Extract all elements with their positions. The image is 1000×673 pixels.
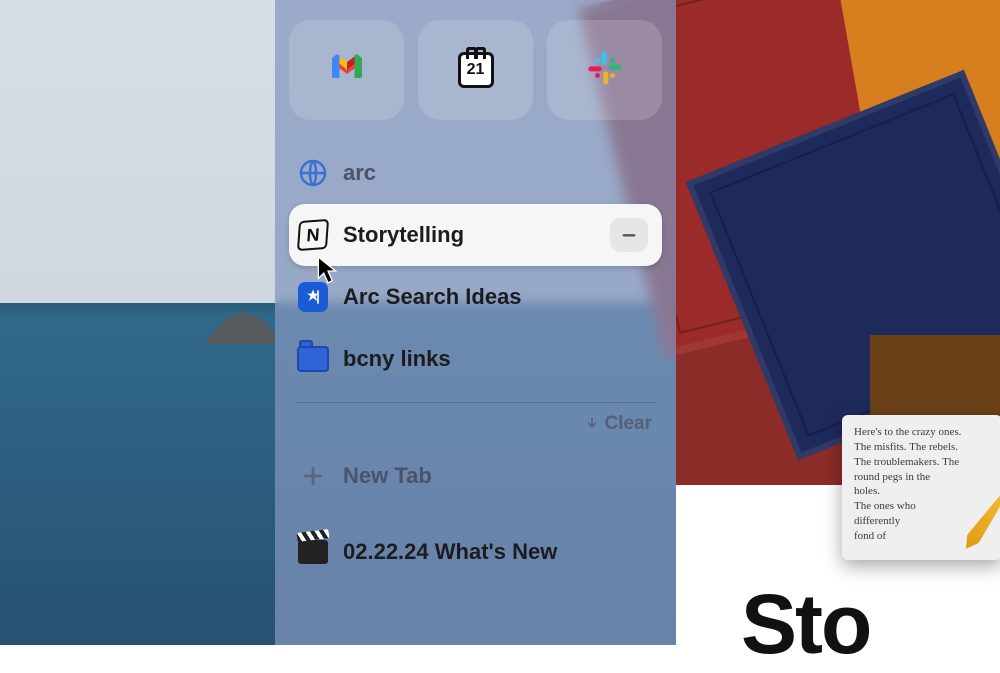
- slack-icon: [585, 48, 625, 93]
- page-title: Sto: [741, 576, 870, 673]
- close-tab-button[interactable]: [610, 218, 648, 252]
- tab-label: Storytelling: [343, 222, 596, 248]
- sticky-note-widget[interactable]: Here's to the crazy ones. The misfits. T…: [842, 415, 1000, 560]
- tab-label: arc: [343, 160, 648, 186]
- sticky-note-line: holes.: [854, 484, 990, 499]
- pinned-app-slack[interactable]: [547, 20, 662, 120]
- globe-icon: [297, 157, 329, 189]
- tab-arc[interactable]: arc: [289, 142, 662, 204]
- minus-icon: [618, 224, 640, 246]
- plus-icon: [297, 460, 329, 492]
- sticky-note-line: differently: [854, 514, 990, 529]
- tab-label: bcny links: [343, 346, 648, 372]
- pinned-app-gmail[interactable]: [289, 20, 404, 120]
- tab-arc-search-ideas[interactable]: Arc Search Ideas: [289, 266, 662, 328]
- pinned-app-calendar[interactable]: 21: [418, 20, 533, 120]
- tab-list: arc N Storytelling Arc Search Ideas bcny…: [289, 142, 662, 583]
- page-header-image: [676, 0, 1000, 485]
- folder-icon: [297, 343, 329, 375]
- tab-bcny-links[interactable]: bcny links: [289, 328, 662, 390]
- clear-tabs-button[interactable]: Clear: [584, 413, 652, 435]
- down-arrow-icon: [584, 416, 600, 432]
- tab-label: 02.22.24 What's New: [343, 539, 648, 565]
- gmail-icon: [327, 48, 367, 93]
- tab-label: Arc Search Ideas: [343, 284, 648, 310]
- tab-whats-new[interactable]: 02.22.24 What's New: [289, 521, 662, 583]
- sticky-note-line: Here's to the crazy ones.: [854, 425, 990, 440]
- clear-label: Clear: [604, 413, 652, 435]
- sticky-note-line: round pegs in the: [854, 470, 990, 485]
- sidebar-divider: [295, 402, 656, 403]
- new-tab-button[interactable]: New Tab: [289, 445, 662, 507]
- page-content-pane: Sto Here's to the crazy ones. The misfit…: [676, 0, 1000, 645]
- calendar-icon: 21: [458, 52, 494, 88]
- wallpaper-island: [205, 308, 275, 344]
- sticky-note-line: The ones who: [854, 499, 990, 514]
- arc-search-favicon: [297, 281, 329, 313]
- notion-icon: N: [297, 219, 329, 251]
- tab-storytelling[interactable]: N Storytelling: [289, 204, 662, 266]
- pinned-apps-row: 21: [289, 0, 662, 142]
- sticky-note-line: fond of: [854, 529, 990, 544]
- browser-sidebar: 21 arc N Storytelling: [275, 0, 676, 645]
- sticky-note-line: The misfits. The rebels.: [854, 440, 990, 455]
- clapperboard-icon: [297, 536, 329, 568]
- sticky-note-line: The troublemakers. The: [854, 455, 990, 470]
- new-tab-label: New Tab: [343, 463, 648, 489]
